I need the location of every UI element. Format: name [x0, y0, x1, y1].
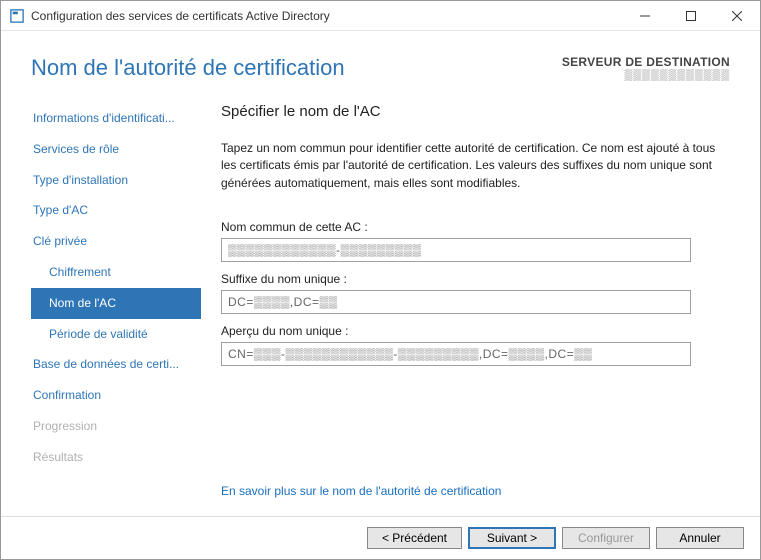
titlebar: Configuration des services de certificat… [1, 1, 760, 31]
button-bar: < Précédent Suivant > Configurer Annuler [1, 516, 760, 559]
wizard-step: Résultats [31, 442, 201, 473]
wizard-step[interactable]: Nom de l'AC [31, 288, 201, 319]
main-columns: Informations d'identificati...Services d… [31, 103, 730, 516]
minimize-button[interactable] [622, 1, 668, 31]
wizard-body: Nom de l'autorité de certification SERVE… [1, 31, 760, 516]
wizard-step[interactable]: Période de validité [31, 319, 201, 350]
wizard-step[interactable]: Chiffrement [31, 257, 201, 288]
wizard-step[interactable]: Informations d'identificati... [31, 103, 201, 134]
wizard-step[interactable]: Clé privée [31, 226, 201, 257]
content-description: Tapez un nom commun pour identifier cett… [221, 140, 726, 192]
dn-preview-input[interactable] [221, 342, 691, 366]
wizard-step[interactable]: Type d'AC [31, 195, 201, 226]
wizard-step: Progression [31, 411, 201, 442]
wizard-window: Configuration des services de certificat… [0, 0, 761, 560]
destination-server: ▒▒▒▒▒▒▒▒▒▒▒▒ [562, 69, 730, 81]
app-icon [9, 8, 25, 24]
previous-button[interactable]: < Précédent [367, 527, 462, 549]
window-title: Configuration des services de certificat… [31, 9, 622, 23]
cancel-button[interactable]: Annuler [656, 527, 744, 549]
configure-button: Configurer [562, 527, 650, 549]
common-name-input[interactable] [221, 238, 691, 262]
destination-block: SERVEUR DE DESTINATION ▒▒▒▒▒▒▒▒▒▒▒▒ [562, 55, 730, 81]
header-row: Nom de l'autorité de certification SERVE… [31, 55, 730, 81]
wizard-steps-sidebar: Informations d'identificati...Services d… [31, 103, 201, 516]
wizard-step[interactable]: Type d'installation [31, 165, 201, 196]
content-heading: Spécifier le nom de l'AC [221, 103, 726, 120]
dn-suffix-label: Suffixe du nom unique : [221, 272, 726, 286]
dn-suffix-input[interactable] [221, 290, 691, 314]
page-title: Nom de l'autorité de certification [31, 55, 345, 81]
dn-preview-label: Aperçu du nom unique : [221, 324, 726, 338]
close-button[interactable] [714, 1, 760, 31]
common-name-label: Nom commun de cette AC : [221, 220, 726, 234]
wizard-step[interactable]: Confirmation [31, 380, 201, 411]
wizard-step[interactable]: Services de rôle [31, 134, 201, 165]
maximize-button[interactable] [668, 1, 714, 31]
wizard-step[interactable]: Base de données de certi... [31, 349, 201, 380]
help-link[interactable]: En savoir plus sur le nom de l'autorité … [221, 484, 726, 498]
destination-label: SERVEUR DE DESTINATION [562, 55, 730, 69]
next-button[interactable]: Suivant > [468, 527, 556, 549]
content-pane: Spécifier le nom de l'AC Tapez un nom co… [221, 103, 730, 516]
